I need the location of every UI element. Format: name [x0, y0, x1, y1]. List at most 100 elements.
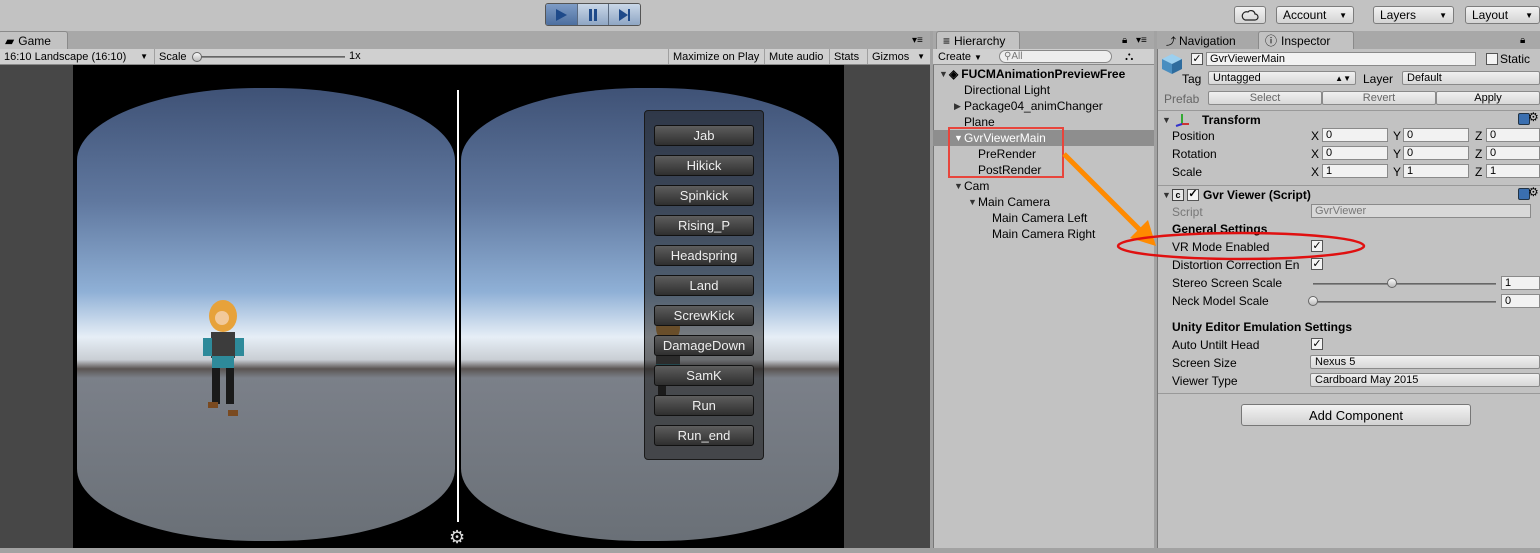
position-x-field[interactable]: 0 [1322, 128, 1388, 142]
rising-p-button[interactable]: Rising_P [654, 215, 754, 236]
filter-icon[interactable]: ⛬ [1125, 49, 1133, 64]
rotation-x-field[interactable]: 0 [1322, 146, 1388, 160]
chevron-down-icon: ▼ [1339, 10, 1347, 20]
neck-model-field[interactable]: 0 [1501, 294, 1540, 308]
transform-axes-icon [1175, 113, 1189, 127]
chevron-updown-icon: ▲▼ [1335, 73, 1351, 83]
triangle-right-icon: ▶ [954, 100, 961, 111]
cloud-button[interactable] [1234, 6, 1266, 24]
position-label: Position [1172, 129, 1215, 143]
panel-menu-icon[interactable]: ▾≡ [912, 35, 923, 46]
run-button[interactable]: Run [654, 395, 754, 416]
chevron-down-icon: ▼ [917, 52, 925, 61]
gear-icon[interactable]: ⚙ [449, 528, 467, 546]
rotation-label: Rotation [1172, 147, 1217, 161]
prefab-apply-button[interactable]: Apply [1436, 91, 1540, 105]
maximize-on-play-toggle[interactable]: Maximize on Play [668, 49, 764, 64]
list-item[interactable]: ▶ Package04_animChanger [933, 98, 1154, 114]
triangle-down-icon: ▼ [954, 181, 963, 191]
unity-scene-icon: ◈ [949, 67, 959, 81]
hierarchy-toolbar: Create ▼ ⚲ All ⛬ [933, 49, 1154, 65]
chevron-down-icon: ▼ [140, 52, 148, 61]
tab-game[interactable]: ▰ Game [0, 31, 68, 49]
add-component-button[interactable]: Add Component [1241, 404, 1471, 426]
tag-value: Untagged [1213, 72, 1261, 84]
search-placeholder: All [1011, 51, 1023, 62]
stereo-scale-field[interactable]: 1 [1501, 276, 1540, 290]
layers-dropdown[interactable]: Layers ▼ [1373, 6, 1454, 24]
list-item[interactable]: Directional Light [933, 82, 1154, 98]
lock-icon[interactable]: 🔒︎ [1122, 35, 1127, 46]
transform-header[interactable]: ▼ Transform [1158, 110, 1540, 128]
static-checkbox[interactable] [1486, 53, 1498, 65]
hikick-button[interactable]: Hikick [654, 155, 754, 176]
triangle-down-icon: ▼ [939, 69, 948, 79]
create-dropdown[interactable]: Create ▼ [938, 50, 982, 64]
layout-dropdown[interactable]: Layout ▼ [1465, 6, 1540, 24]
tag-dropdown[interactable]: Untagged ▲▼ [1208, 71, 1356, 85]
left-eye-lens [77, 88, 455, 541]
gameobject-cube-icon [1162, 54, 1182, 74]
pause-button[interactable] [577, 4, 610, 25]
run-end-button[interactable]: Run_end [654, 425, 754, 446]
rotation-z-field[interactable]: 0 [1486, 146, 1540, 160]
stats-toggle[interactable]: Stats [829, 49, 867, 64]
script-header[interactable]: ▼ c ✓ Gvr Viewer (Script) [1158, 185, 1540, 203]
field-value: 1 [1407, 165, 1414, 177]
neck-slider-track[interactable] [1313, 301, 1496, 303]
scale-slider-track[interactable] [195, 56, 345, 58]
samk-button[interactable]: SamK [654, 365, 754, 386]
stereo-scale-label: Stereo Screen Scale [1172, 276, 1283, 290]
spinkick-button[interactable]: Spinkick [654, 185, 754, 206]
scale-slider-knob[interactable] [192, 52, 202, 62]
position-z-field[interactable]: 0 [1486, 128, 1540, 142]
scale-z-field[interactable]: 1 [1486, 164, 1540, 178]
list-icon: ≡ [943, 33, 951, 48]
land-button[interactable]: Land [654, 275, 754, 296]
cloud-icon [1241, 10, 1259, 21]
active-checkbox[interactable]: ✓ [1191, 53, 1203, 65]
neck-slider-knob[interactable] [1308, 296, 1318, 306]
screen-size-dropdown[interactable]: Nexus 5 [1310, 355, 1540, 369]
jab-button[interactable]: Jab [654, 125, 754, 146]
prefab-apply-label: Apply [1474, 92, 1502, 104]
neck-model-label: Neck Model Scale [1172, 294, 1269, 308]
field-value: 0 [1490, 129, 1497, 141]
tab-navigation[interactable]: ⤴ Navigation [1166, 33, 1236, 49]
damagedown-button[interactable]: DamageDown [654, 335, 754, 356]
step-button[interactable] [609, 4, 640, 25]
viewer-type-dropdown[interactable]: Cardboard May 2015 [1310, 373, 1540, 387]
headspring-button[interactable]: Headspring [654, 245, 754, 266]
aspect-dropdown[interactable]: 16:10 Landscape (16:10) ▼ [0, 49, 152, 64]
panel-menu-icon[interactable]: ▾≡ [1136, 35, 1147, 46]
prefab-revert-button[interactable]: Revert [1322, 91, 1436, 105]
field-value: 1 [1326, 165, 1333, 177]
account-dropdown[interactable]: Account ▼ [1276, 6, 1354, 24]
rotation-y-field[interactable]: 0 [1403, 146, 1469, 160]
scale-y-field[interactable]: 1 [1403, 164, 1469, 178]
tab-hierarchy[interactable]: ≡ Hierarchy [936, 31, 1020, 49]
divider [1158, 393, 1540, 394]
auto-untilt-checkbox[interactable]: ✓ [1311, 338, 1323, 350]
scale-x-field[interactable]: 1 [1322, 164, 1388, 178]
screwkick-button[interactable]: ScrewKick [654, 305, 754, 326]
object-name-field[interactable]: GvrViewerMain [1206, 52, 1476, 66]
settings-icon[interactable]: ⚙ [1528, 110, 1539, 124]
game-tab-bar [0, 31, 930, 49]
stereo-slider-track[interactable] [1313, 283, 1496, 285]
gizmos-dropdown[interactable]: Gizmos ▼ [867, 49, 929, 64]
position-y-field[interactable]: 0 [1403, 128, 1469, 142]
chevron-down-icon: ▼ [1525, 10, 1533, 20]
prefab-select-button[interactable]: Select [1208, 91, 1322, 105]
hierarchy-search-input[interactable]: ⚲ All [999, 50, 1112, 63]
lock-icon[interactable]: 🔒︎ [1520, 35, 1525, 46]
play-button[interactable] [546, 4, 578, 25]
navigation-icon: ⤴ [1166, 37, 1176, 48]
mute-audio-toggle[interactable]: Mute audio [764, 49, 828, 64]
scene-row[interactable]: ▼ ◈ FUCMAnimationPreviewFree [933, 66, 1154, 82]
stereo-slider-knob[interactable] [1386, 278, 1397, 288]
layer-dropdown[interactable]: Default [1402, 71, 1540, 85]
settings-icon[interactable]: ⚙ [1528, 185, 1539, 199]
script-enabled-checkbox[interactable]: ✓ [1187, 188, 1199, 201]
tab-inspector[interactable]: ⓘ Inspector [1258, 31, 1354, 49]
